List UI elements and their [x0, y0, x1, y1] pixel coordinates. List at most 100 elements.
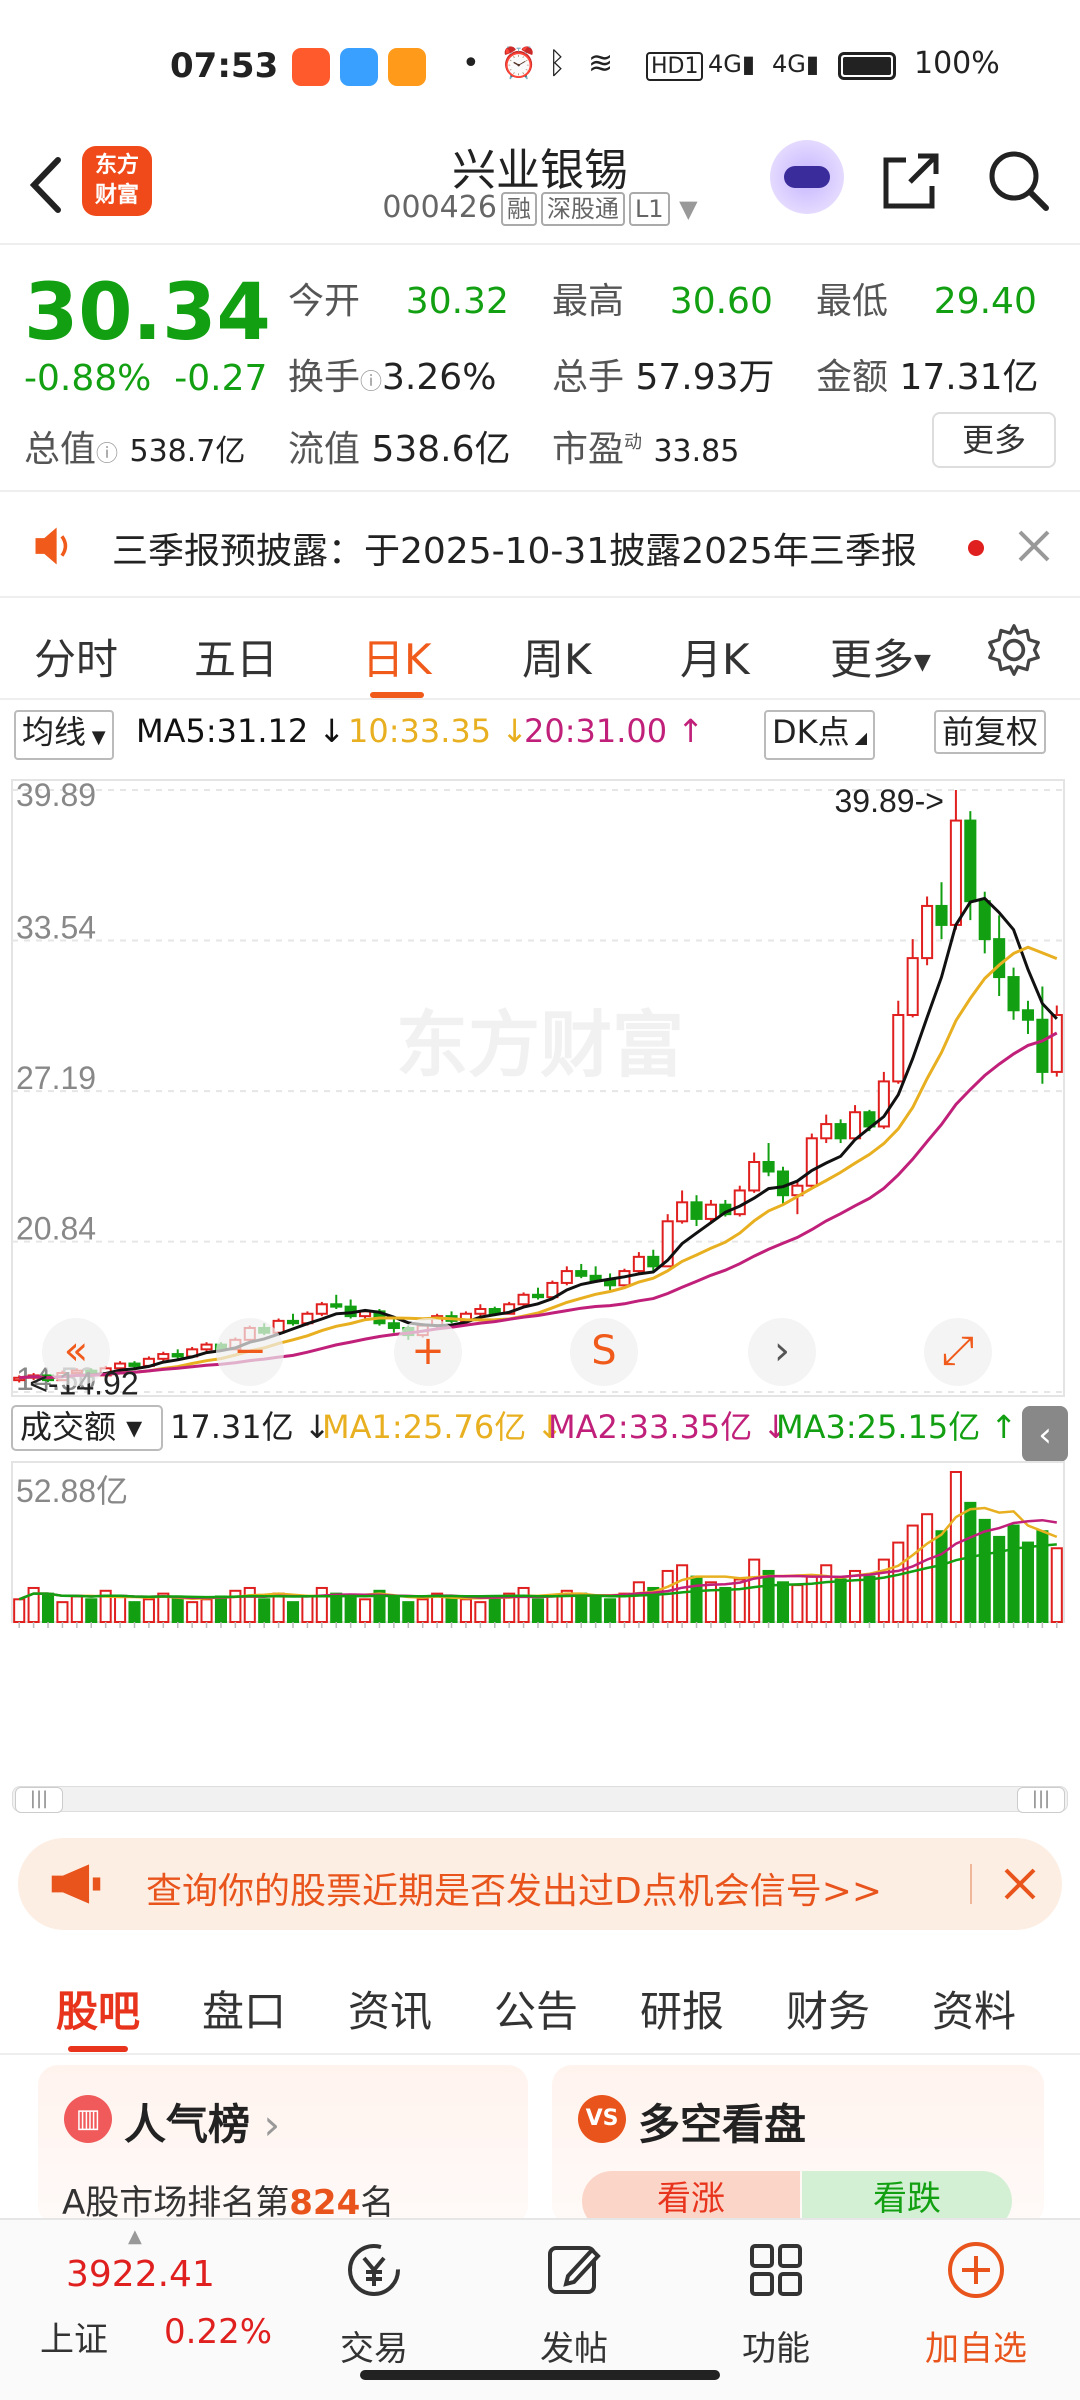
- tab-research[interactable]: 研报: [640, 1978, 724, 2039]
- close-icon[interactable]: [1014, 526, 1054, 566]
- tab-financials[interactable]: 财务: [786, 1978, 870, 2039]
- tab-forum[interactable]: 股吧: [56, 1978, 140, 2052]
- y-tick-label: 33.54: [16, 910, 96, 946]
- period-tabs: 分时 五日 日K 周K 月K 更多▼: [0, 600, 1080, 700]
- bear-button[interactable]: 看跌: [802, 2171, 1012, 2225]
- candle-body: [387, 1322, 400, 1329]
- candle-body: [993, 938, 1006, 979]
- volume-bar: [993, 1535, 1006, 1624]
- volume-bar: [906, 1524, 919, 1624]
- volume-bar: [41, 1592, 55, 1624]
- volume-bar: [186, 1601, 199, 1624]
- indicator-select[interactable]: 均线 ▼: [14, 710, 114, 760]
- hd-icon: HD1: [646, 52, 704, 81]
- content-tabs: 股吧 盘口 资讯 公告 研报 财务 资料: [0, 1950, 1080, 2055]
- volume-bar: [776, 1581, 790, 1623]
- more-quote-button[interactable]: 更多: [932, 412, 1056, 468]
- bull-button[interactable]: 看涨: [582, 2171, 800, 2225]
- tab-weekly-k[interactable]: 周K: [522, 626, 592, 687]
- volume-value: 17.31亿 ↓: [170, 1408, 331, 1446]
- volume-bar: [56, 1601, 69, 1624]
- kline-chart[interactable]: 39.8933.5427.1920.8414.50东方财富39.89-><-14…: [0, 760, 1080, 1640]
- volume-bar: [258, 1598, 271, 1624]
- volume-bar: [589, 1595, 602, 1624]
- tab-news[interactable]: 资讯: [348, 1978, 432, 2039]
- candle-body: [286, 1319, 300, 1325]
- volume-bar: [618, 1592, 631, 1624]
- wifi-icon: ≋: [588, 46, 614, 81]
- notice-bar[interactable]: 三季报预披露：于2025-10-31披露2025年三季报: [0, 490, 1080, 598]
- scroll-grip-left[interactable]: |||: [15, 1787, 63, 1813]
- candle-body: [820, 1123, 833, 1140]
- volume-bar: [344, 1595, 357, 1624]
- speaker-icon: [35, 527, 68, 565]
- bull-bear-title: 多空看盘: [638, 2100, 807, 2149]
- notice-text: 三季报预披露：于2025-10-31披露2025年三季报: [112, 531, 917, 572]
- share-icon[interactable]: [876, 146, 946, 216]
- volume-bar: [70, 1595, 83, 1624]
- popularity-title: 人气榜: [124, 2100, 251, 2149]
- code-dropdown-icon[interactable]: ▼: [679, 195, 697, 223]
- volume-bar: [286, 1601, 300, 1624]
- index-value: 3922.41: [66, 2254, 215, 2295]
- volume-bar: [704, 1581, 717, 1623]
- promo-banner[interactable]: 查询你的股票近期是否发出过D点机会信号>>: [18, 1838, 1062, 1930]
- candle-body: [762, 1161, 775, 1173]
- volume-bar: [719, 1586, 732, 1624]
- search-icon[interactable]: [984, 146, 1054, 216]
- grid-icon: [750, 2244, 802, 2296]
- nav-functions[interactable]: 功能: [706, 2238, 846, 2370]
- video-app-icon: [388, 48, 426, 86]
- tab-five-day[interactable]: 五日: [194, 626, 278, 687]
- nav-add-watchlist[interactable]: 加自选: [906, 2238, 1046, 2370]
- nav-post[interactable]: 发帖: [504, 2238, 644, 2370]
- volume-bar: [200, 1598, 213, 1624]
- chart-scrollbar[interactable]: ||| |||: [12, 1786, 1068, 1813]
- dk-point-select[interactable]: DK点 ◢: [764, 710, 876, 760]
- tab-monthly-k[interactable]: 月K: [680, 626, 750, 687]
- volume-bar: [459, 1598, 472, 1624]
- volume-bar: [604, 1598, 617, 1624]
- candle-body: [834, 1123, 847, 1140]
- volume-select-label: 成交额 ▾: [20, 1408, 142, 1446]
- volume-bar: [114, 1595, 127, 1624]
- tab-intraday[interactable]: 分时: [34, 626, 118, 687]
- ai-robot-icon[interactable]: [770, 140, 844, 214]
- add-circle-icon: [948, 2242, 1004, 2298]
- popularity-card[interactable]: ▥ 人气榜 › A股市场排名第824名: [38, 2065, 528, 2225]
- candle-body: [575, 1270, 588, 1277]
- volume-bar: [661, 1569, 674, 1623]
- bull-bear-card[interactable]: VS 多空看盘 看涨 看跌: [552, 2065, 1044, 2225]
- promo-close-icon[interactable]: [1000, 1864, 1040, 1904]
- candle-body: [171, 1353, 184, 1358]
- tab-announcements[interactable]: 公告: [494, 1978, 578, 2039]
- candle-body: [531, 1293, 545, 1299]
- candle-body: [1050, 1014, 1063, 1073]
- candle-body: [935, 904, 948, 926]
- nav-trade[interactable]: 交易: [304, 2238, 444, 2370]
- y-tick-label: 27.19: [16, 1060, 96, 1096]
- connect-tag: 深股通: [540, 192, 625, 226]
- tab-market-depth[interactable]: 盘口: [202, 1978, 286, 2039]
- screen: 07:53 • ⏰ ᛒ ≋ HD1 4G▮ 4G▮ 100% 东方 财富 兴业银…: [0, 0, 1080, 2400]
- status-bar: 07:53 • ⏰ ᛒ ≋ HD1 4G▮ 4G▮ 100%: [0, 0, 1080, 130]
- volume-bar: [488, 1595, 501, 1624]
- scroll-grip-right[interactable]: |||: [1017, 1787, 1065, 1813]
- volume-bar: [834, 1578, 847, 1623]
- tab-more[interactable]: 更多▼: [830, 626, 931, 687]
- candle-body: [978, 900, 991, 941]
- margin-tag: 融: [500, 192, 537, 226]
- battery-percent: 100%: [914, 46, 1000, 81]
- adjust-select[interactable]: 前复权: [934, 710, 1047, 754]
- index-ticker[interactable]: ▲ 3922.41 上证 0.22%: [0, 2220, 300, 2370]
- tab-daily-k[interactable]: 日K: [362, 626, 432, 698]
- candle-body: [517, 1293, 530, 1306]
- tab-profile[interactable]: 资料: [932, 1978, 1016, 2039]
- volume-bar: [690, 1575, 703, 1623]
- settings-gear-icon[interactable]: [986, 622, 1042, 678]
- index-name: 上证: [40, 2320, 108, 2360]
- volume-bar: [1050, 1547, 1063, 1623]
- alarm-icon: ⏰: [500, 46, 538, 81]
- ma20-value: 20:31.00 ↑: [524, 712, 705, 750]
- volume-bar: [85, 1598, 98, 1624]
